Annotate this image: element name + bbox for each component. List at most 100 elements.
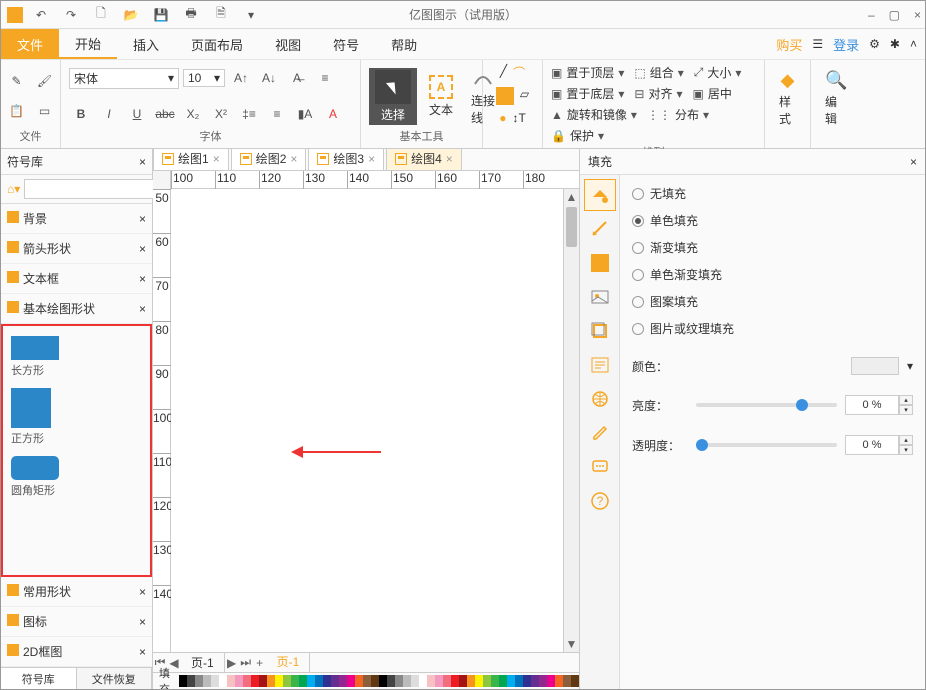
doc-tab-1[interactable]: 绘图1× [153,149,229,170]
radio-solid-gradient[interactable]: 单色渐变填充 [632,266,913,283]
cat-2d[interactable]: 2D框图× [1,637,152,667]
color-swatch[interactable] [203,675,211,687]
opacity-slider[interactable] [696,443,837,447]
qat-dropdown[interactable]: ▾ [239,3,263,27]
line-icon[interactable]: ╱ [500,64,507,81]
decrease-font-icon[interactable]: A↓ [257,66,281,90]
distribute-button[interactable]: ⋮⋮ 分布 ▾ [647,106,709,123]
color-swatch[interactable] [355,675,363,687]
italic-button[interactable]: I [97,102,121,126]
window-minimize[interactable]: – [868,8,875,22]
opacity-up[interactable]: ▴ [899,435,913,445]
page-tab-active[interactable]: 页-1 [267,651,311,674]
color-swatch[interactable] [323,675,331,687]
align-icon[interactable]: ≡ [265,102,289,126]
close-left-panel[interactable]: × [139,155,146,169]
highlight-icon[interactable]: ▮A [293,102,317,126]
opacity-value[interactable]: 0 % [845,435,899,455]
edit-button[interactable]: 🔍编辑 [819,68,853,129]
login-link[interactable]: 登录 [833,35,859,54]
color-swatch[interactable] [275,675,283,687]
arc-icon[interactable]: ⌒ [513,64,525,81]
color-swatch[interactable] [347,675,355,687]
shape-square[interactable] [11,388,51,428]
menu-file[interactable]: 文件 [1,29,59,59]
new-doc-button[interactable]: 🗋 [89,3,113,27]
open-button[interactable]: 📂 [119,3,143,27]
cat-basic[interactable]: 基本绘图形状× [1,294,152,324]
side-tab-web[interactable] [584,383,616,415]
tab-symbol-lib[interactable]: 符号库 [1,668,77,689]
redo-button[interactable]: ↷ [59,3,83,27]
radio-pattern[interactable]: 图案填充 [632,293,913,310]
menu-view[interactable]: 视图 [259,29,317,59]
shapes-list[interactable]: 长方形 正方形 圆角矩形 [1,324,152,577]
buy-link[interactable]: 购买 [776,35,802,54]
cat-common[interactable]: 常用形状× [1,577,152,607]
radio-texture[interactable]: 图片或纹理填充 [632,320,913,337]
window-maximize[interactable]: ▢ [889,8,900,22]
paste-icon[interactable]: ▭ [33,99,57,123]
crop-icon[interactable]: ▱ [520,87,529,105]
vertical-scrollbar[interactable]: ▲ ▼ [563,189,579,652]
doc-tab-3[interactable]: 绘图3× [308,149,384,170]
font-family-select[interactable]: 宋体▾ [69,68,179,89]
side-tab-edit[interactable] [584,417,616,449]
color-swatch[interactable] [291,675,299,687]
color-swatch[interactable] [371,675,379,687]
color-swatch[interactable] [307,675,315,687]
page-next-icon[interactable]: ▶ [225,656,239,670]
color-swatch[interactable] [179,675,187,687]
font-color-icon[interactable]: A [321,102,345,126]
protect-button[interactable]: 🔒 保护 ▾ [551,127,604,144]
opacity-down[interactable]: ▾ [899,445,913,455]
doc-tab-4[interactable]: 绘图4× [386,149,462,170]
bold-button[interactable]: B [69,102,93,126]
color-swatch[interactable] [331,675,339,687]
add-page-button[interactable]: + [253,656,267,670]
cat-textbox[interactable]: 文本框× [1,264,152,294]
radio-solid-fill[interactable]: 单色填充 [632,212,913,229]
radio-no-fill[interactable]: 无填充 [632,185,913,202]
menu-insert[interactable]: 插入 [117,29,175,59]
superscript-button[interactable]: X² [209,102,233,126]
save-button[interactable]: 💾 [149,3,173,27]
shape-rectangle[interactable] [11,336,59,360]
style-button[interactable]: ◆样式 [773,68,802,129]
increase-font-icon[interactable]: A↑ [229,66,253,90]
canvas-page[interactable] [171,189,563,652]
side-tab-line[interactable] [584,213,616,245]
undo-button[interactable]: ↶ [29,3,53,27]
text-measure-icon[interactable]: ↕T [512,111,525,125]
collapse-ribbon[interactable]: ˄ [910,37,917,51]
color-swatch[interactable] [243,675,251,687]
center-button[interactable]: ▣ 居中 [693,85,732,102]
close-right-panel[interactable]: × [910,155,917,169]
color-swatch[interactable] [251,675,259,687]
side-tab-layer[interactable] [584,315,616,347]
clear-format-icon[interactable]: A̶ [285,66,309,90]
select-tool-button[interactable]: 选择 [369,68,417,125]
color-picker[interactable] [851,357,899,375]
close-tab-2[interactable]: × [290,152,297,166]
font-size-select[interactable]: 10▾ [183,69,225,87]
radio-gradient[interactable]: 渐变填充 [632,239,913,256]
scroll-up-icon[interactable]: ▲ [564,189,579,205]
scroll-down-icon[interactable]: ▼ [564,636,579,652]
side-tab-text[interactable] [584,349,616,381]
text-tool-button[interactable]: A 文本 [423,73,459,120]
brush-icon[interactable]: 🖌 [33,69,57,93]
close-tab-1[interactable]: × [213,152,220,166]
brightness-slider[interactable] [696,403,837,407]
color-swatch[interactable] [283,675,291,687]
strike-button[interactable]: abc [153,102,177,126]
color-swatch[interactable] [235,675,243,687]
home-icon[interactable]: ⌂▾ [7,182,20,196]
shape-rounded-rect[interactable] [11,456,59,480]
side-tab-image[interactable] [584,281,616,313]
close-tab-3[interactable]: × [368,152,375,166]
share-icon[interactable]: ☰ [812,37,823,51]
color-swatch[interactable] [219,675,227,687]
brightness-value[interactable]: 0 % [845,395,899,415]
brightness-down[interactable]: ▾ [899,405,913,415]
